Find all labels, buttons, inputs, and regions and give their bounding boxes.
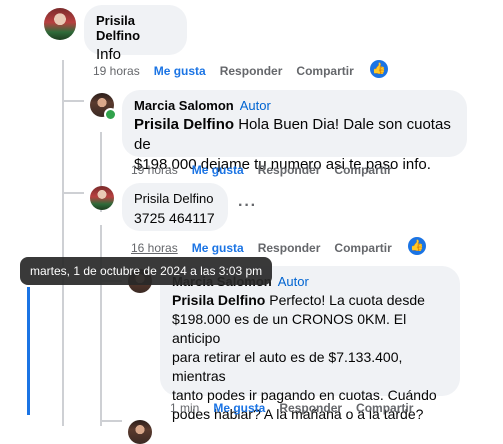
share-button[interactable]: Compartir [356,401,413,415]
thread-line [62,60,64,426]
timestamp-tooltip: martes, 1 de octubre de 2024 a las 3:03 … [20,257,273,285]
comment-bubble: Marcia Salomon Autor Prisila Delfino Hola… [122,90,467,173]
comment-timestamp[interactable]: 16 horas [131,241,178,255]
comment-actions: 19 horas Me gusta Responder Compartir [93,64,368,78]
share-button[interactable]: Compartir [296,64,353,78]
comment-timestamp[interactable]: 19 horas [131,163,178,177]
like-button[interactable]: Me gusta [192,163,244,177]
avatar[interactable] [90,186,114,210]
comment-author[interactable]: Marcia Salomon [134,98,234,113]
like-button[interactable]: Me gusta [154,64,206,78]
focus-indicator [27,287,30,415]
thumbs-up-icon[interactable]: 👍 [370,60,388,78]
comment-timestamp[interactable]: 19 horas [93,64,140,78]
thread-connector [100,420,122,422]
comment-actions: 19 horas Me gusta Responder Compartir [131,163,406,177]
more-options-button[interactable]: ··· [238,197,257,215]
comment-bubble: Prisila Delfino Info [84,5,187,63]
comment-text: Info [96,46,122,63]
thumbs-up-icon[interactable]: 👍 [408,237,426,255]
comment-actions: 1 min Me gusta Responder Compartir [170,401,427,415]
mention-link[interactable]: Prisila Delfino [134,116,234,133]
comment-author[interactable]: Prisila Delfino [96,13,175,43]
reply-button[interactable]: Responder [220,64,283,78]
author-badge: Autor [239,98,271,113]
share-button[interactable]: Compartir [334,163,391,177]
reply-button[interactable]: Responder [258,163,321,177]
thread-connector [62,100,84,102]
avatar[interactable] [128,420,152,444]
comment-bubble: Prisila Delfino 3725 464117 [122,183,228,231]
comment-author[interactable]: Prisila Delfino [134,191,216,206]
reply-button[interactable]: Responder [258,241,321,255]
comment-text: 3725 464117 [134,210,215,226]
share-button[interactable]: Compartir [334,241,391,255]
comment-bubble: Marcia SalomonAutor Prisila Delfino Perf… [160,266,460,422]
comment-timestamp[interactable]: 1 min [170,401,199,415]
like-button[interactable]: Me gusta [192,241,244,255]
mention-link[interactable]: Prisila Delfino [172,292,265,308]
online-status-icon [104,108,117,121]
comment-actions: 16 horas Me gusta Responder Compartir [131,241,406,255]
thread-connector [62,192,84,194]
like-button[interactable]: Me gusta [213,401,265,415]
author-badge: Autor [277,274,309,289]
avatar[interactable] [44,8,76,40]
thread-line [100,225,102,426]
reply-button[interactable]: Responder [279,401,342,415]
